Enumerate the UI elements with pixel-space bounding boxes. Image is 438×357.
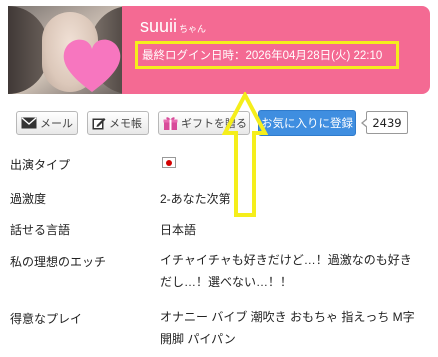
add-favorite-button[interactable]: お気に入りに登録 [258,110,356,136]
performer-name-line: suuii ちゃん [140,16,206,37]
detail-label-play: 得意なプレイ [10,312,83,326]
detail-value-language: 日本語 [160,223,197,237]
last-login-text: 最終ログイン日時：2026年04月28日(火) 22:10 [142,50,383,62]
pencil-note-icon [92,118,106,130]
up-arrow-icon [222,92,268,217]
mail-button-label: メール [40,118,73,130]
name-suffix: ちゃん [179,25,207,35]
envelope-icon [21,117,37,129]
detail-value-play: オナニー バイブ 潮吹き おもちゃ 指えっち M字開脚 パイパン [160,310,415,346]
memo-button-label: メモ帳 [109,118,142,130]
detail-value-intensity: 2-あなた次第 [160,192,231,206]
detail-label-ideal: 私の理想のエッチ [10,255,107,269]
performer-name: suuii [140,16,178,36]
detail-value-ideal: イチャイチャも好きだけど…！過激なのも好きだし…！選べない…！！ [160,253,412,289]
japan-flag-icon [162,157,176,168]
profile-page: suuii ちゃん 最終ログイン日時：2026年04月28日(火) 22:10 メ… [0,0,438,357]
mail-button[interactable]: メール [16,111,78,135]
heart-icon [63,39,121,92]
memo-button[interactable]: メモ帳 [87,111,149,135]
profile-photo[interactable] [8,6,122,94]
detail-label-language: 話せる言語 [10,223,71,237]
detail-label-type: 出演タイプ [10,158,71,172]
gift-box-icon [163,116,178,130]
last-login-highlight: 最終ログイン日時：2026年04月28日(火) 22:10 [135,41,399,69]
favorite-count: 2439 [361,111,408,134]
detail-label-intensity: 過激度 [10,192,47,206]
